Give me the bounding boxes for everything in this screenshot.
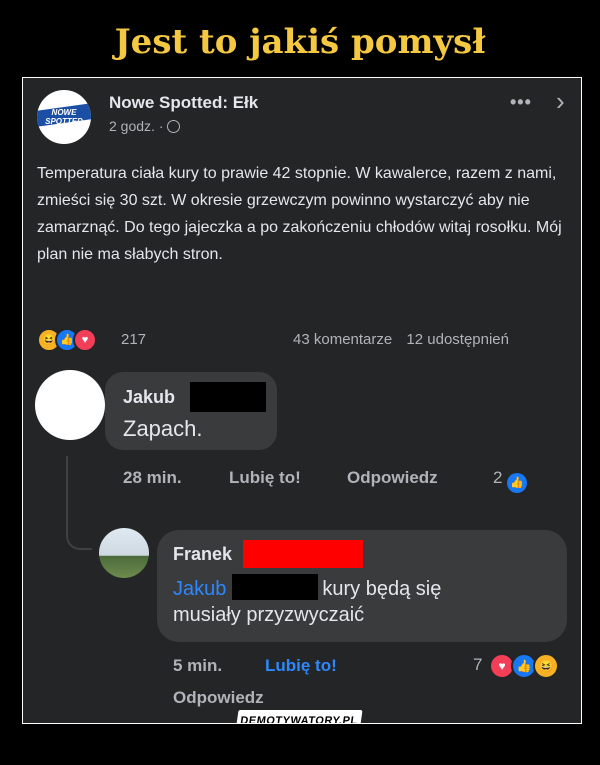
globe-icon (167, 120, 181, 133)
post-time[interactable]: 2 godz. · (109, 118, 163, 134)
shares-count[interactable]: 12 udostępnień (406, 331, 509, 348)
reply-text-line1: Jakub kury będą się (173, 574, 441, 601)
logo-text: NOWE SPOTTED EŁK (45, 108, 83, 135)
reply-author[interactable]: Franek (173, 544, 232, 565)
page-avatar[interactable]: NOWE SPOTTED EŁK (37, 90, 91, 144)
commenter-avatar[interactable] (35, 370, 105, 440)
redaction-bar-red (243, 540, 363, 568)
chevron-right-icon[interactable]: › (556, 86, 565, 117)
reply-text-line2: musiały przyzwyczaić (173, 604, 365, 626)
comment-reactions[interactable]: 2 👍 (493, 468, 528, 493)
comment-author[interactable]: Jakub (123, 387, 175, 408)
like-icon: 👍 (507, 473, 528, 493)
comment-like-button[interactable]: Lubię to! (229, 468, 301, 488)
more-dots-icon[interactable]: ••• (510, 92, 532, 113)
comment-reactions-count: 2 (493, 468, 503, 487)
redaction-bar (232, 574, 319, 600)
post-body: Temperatura ciała kury to prawie 42 stop… (37, 165, 562, 263)
haha-icon: 😆 (533, 653, 559, 679)
comment-time[interactable]: 28 min. (123, 468, 182, 488)
comment-reply-button[interactable]: Odpowiedz (347, 468, 438, 488)
page-title: Jest to jakiś pomysł (114, 22, 486, 62)
reply-like-button[interactable]: Lubię to! (265, 656, 337, 676)
post-meta: 2 godz. · (109, 118, 181, 134)
reply-text-continued: kury będą się (322, 578, 442, 600)
reply-reply-button[interactable]: Odpowiedz (173, 688, 264, 708)
comments-count[interactable]: 43 komentarze (293, 331, 392, 348)
watermark-logo: DEMOTYWATORY.PL (235, 710, 363, 723)
post-author[interactable]: Nowe Spotted: Ełk (109, 93, 258, 113)
love-icon: ♥ (73, 328, 97, 352)
reactions-count[interactable]: 217 (121, 331, 146, 348)
mention-link[interactable]: Jakub (173, 578, 226, 600)
reply-thread-line (66, 456, 92, 550)
comment-text: Zapach. (123, 416, 203, 441)
reply-reactions[interactable]: 7 ♥ 👍 😆 (473, 653, 568, 679)
reply-avatar[interactable] (99, 528, 149, 578)
reply-reactions-count: 7 (473, 655, 483, 674)
redaction-bar (190, 382, 266, 412)
facebook-post-screenshot: NOWE SPOTTED EŁK Nowe Spotted: Ełk 2 god… (22, 77, 582, 724)
reply-time[interactable]: 5 min. (173, 656, 222, 676)
post-stats: 43 komentarze 12 udostępnień (293, 331, 509, 348)
